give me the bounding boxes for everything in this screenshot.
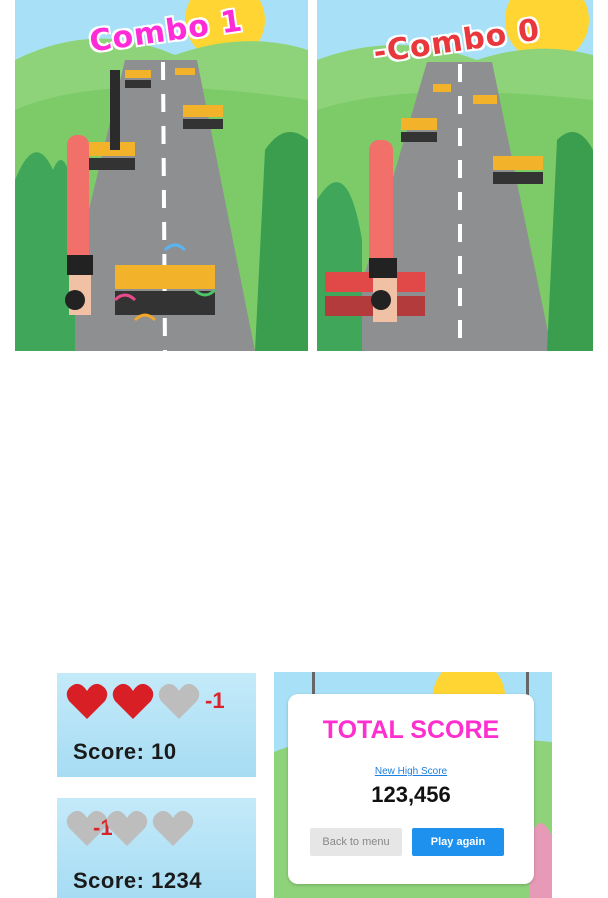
game-scene-illustration (15, 0, 308, 351)
hud-lives-score-low: -1 Score: 1234 (57, 798, 256, 898)
heart-full-icon (112, 683, 154, 719)
hud-lives-score: -1 Score: 10 (57, 673, 256, 777)
result-screen: TOTAL SCORE New High Score 123,456 Back … (274, 672, 552, 898)
heart-empty-icon (152, 810, 193, 846)
gameplay-panel-combo: Combo 1 (15, 0, 308, 351)
score-label: Score: 10 (73, 739, 177, 764)
lives-change-label: -1 (205, 688, 225, 713)
heart-empty-icon (158, 683, 200, 719)
play-again-button[interactable]: Play again (412, 828, 504, 856)
lives-row: -1 (65, 681, 225, 721)
back-to-menu-button[interactable]: Back to menu (310, 828, 402, 856)
heart-full-icon (66, 683, 108, 719)
total-score-value: 123,456 (371, 782, 451, 807)
score-label: Score: 1234 (73, 868, 203, 893)
heart-empty-icon (106, 810, 147, 846)
new-high-score-label: New High Score (374, 766, 448, 777)
gameplay-panel-combo-lost: -Combo 0 (317, 0, 593, 351)
total-score-title: TOTAL SCORE (322, 716, 500, 744)
lives-row: -1 (65, 808, 197, 848)
total-score-card: TOTAL SCORE New High Score 123,456 Back … (288, 694, 534, 884)
